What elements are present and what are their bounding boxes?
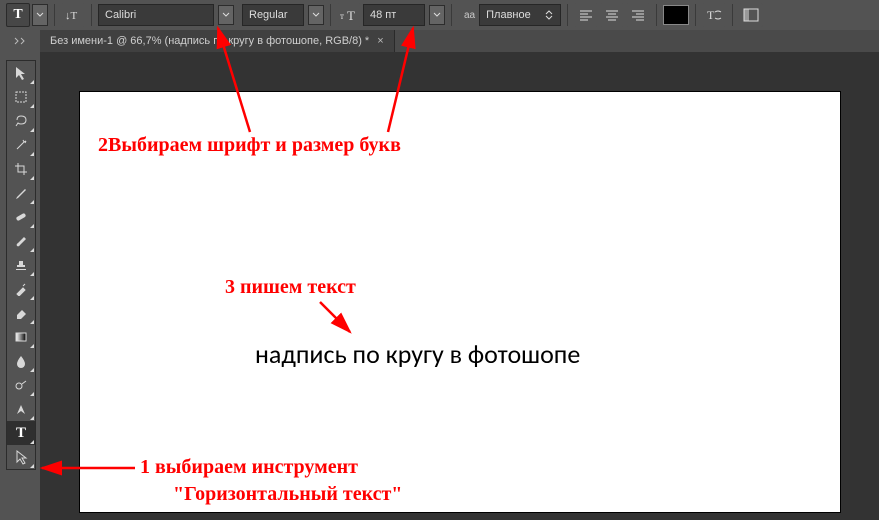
- type-tool[interactable]: T: [7, 421, 35, 445]
- separator: [91, 4, 92, 26]
- move-tool[interactable]: [7, 61, 35, 85]
- align-center-icon: [605, 9, 619, 21]
- separator: [567, 4, 568, 26]
- align-right-button[interactable]: [626, 3, 650, 27]
- dodge-icon: [14, 378, 28, 392]
- tool-preset-button[interactable]: T: [6, 3, 30, 27]
- align-center-button[interactable]: [600, 3, 624, 27]
- drop-icon: [14, 354, 28, 368]
- text-tool-options-bar: T ↓T Calibri Regular т: [0, 0, 879, 31]
- align-right-icon: [631, 9, 645, 21]
- warp-text-icon: T: [705, 8, 723, 22]
- svg-text:T: T: [707, 8, 715, 22]
- brush-tool[interactable]: [7, 229, 35, 253]
- antialias-label: aа: [464, 10, 475, 21]
- history-brush-icon: [14, 282, 28, 296]
- spinner-icon: [545, 10, 553, 20]
- font-family-combo[interactable]: Calibri: [98, 4, 214, 26]
- antialias-combo[interactable]: Плавное: [479, 4, 561, 26]
- eyedropper-icon: [14, 186, 28, 200]
- document-tab-bar: Без имени-1 @ 66,7% (надпись по кругу в …: [40, 30, 879, 53]
- chevron-down-icon: [433, 12, 441, 18]
- brush-icon: [14, 234, 28, 248]
- font-style-value: Regular: [249, 9, 288, 21]
- panel-icon: [743, 8, 759, 22]
- type-tool-icon: T: [16, 425, 26, 442]
- font-size-combo[interactable]: 48 пт: [363, 4, 425, 26]
- font-size-icon-button[interactable]: т T: [337, 3, 361, 27]
- chevron-down-icon: [36, 12, 44, 18]
- font-size-icon: т T: [340, 8, 358, 22]
- workspace-area: [40, 52, 879, 520]
- gradient-tool[interactable]: [7, 325, 35, 349]
- history-brush-tool[interactable]: [7, 277, 35, 301]
- svg-text:T: T: [347, 8, 355, 22]
- marquee-icon: [14, 90, 28, 104]
- collapse-icon: [12, 36, 28, 46]
- character-panel-button[interactable]: [739, 3, 763, 27]
- type-tool-icon: T: [13, 7, 22, 23]
- eyedropper-tool[interactable]: [7, 181, 35, 205]
- left-strip: T: [0, 30, 41, 520]
- separator: [695, 4, 696, 26]
- eraser-icon: [14, 306, 28, 320]
- font-family-dropdown[interactable]: [218, 5, 234, 25]
- wand-icon: [14, 138, 28, 152]
- font-size-dropdown[interactable]: [429, 5, 445, 25]
- chevron-down-icon: [222, 12, 230, 18]
- document-tab-title: Без имени-1 @ 66,7% (надпись по кругу в …: [50, 35, 369, 47]
- eraser-tool[interactable]: [7, 301, 35, 325]
- arrow-cursor-icon: [14, 449, 28, 465]
- font-size-value: 48 пт: [370, 9, 396, 21]
- antialias-value: Плавное: [486, 9, 531, 21]
- lasso-icon: [14, 114, 28, 128]
- document-canvas[interactable]: [80, 92, 840, 512]
- text-color-swatch[interactable]: [663, 5, 689, 25]
- text-orientation-toggle[interactable]: ↓T: [61, 3, 85, 27]
- align-left-button[interactable]: [574, 3, 598, 27]
- magic-wand-tool[interactable]: [7, 133, 35, 157]
- warp-text-button[interactable]: T: [702, 3, 726, 27]
- pen-tool[interactable]: [7, 397, 35, 421]
- svg-text:т: т: [340, 11, 344, 21]
- collapse-arrows[interactable]: [12, 36, 28, 49]
- font-family-value: Calibri: [105, 9, 136, 21]
- separator: [732, 4, 733, 26]
- crop-icon: [14, 162, 28, 176]
- healing-brush-tool[interactable]: [7, 205, 35, 229]
- font-style-combo[interactable]: Regular: [242, 4, 304, 26]
- chevron-down-icon: [312, 12, 320, 18]
- bandaid-icon: [14, 210, 28, 224]
- pen-icon: [14, 402, 28, 416]
- marquee-tool[interactable]: [7, 85, 35, 109]
- blur-tool[interactable]: [7, 349, 35, 373]
- orientation-icon: ↓T: [65, 8, 81, 22]
- separator: [54, 4, 55, 26]
- gradient-icon: [14, 330, 28, 344]
- move-icon: [14, 65, 28, 81]
- separator: [656, 4, 657, 26]
- stamp-tool[interactable]: [7, 253, 35, 277]
- tool-preset-dropdown[interactable]: [32, 4, 48, 26]
- stamp-icon: [14, 258, 28, 272]
- separator: [330, 4, 331, 26]
- tools-panel: T: [6, 60, 36, 470]
- tab-close-icon[interactable]: ×: [377, 35, 383, 47]
- path-selection-tool[interactable]: [7, 445, 35, 469]
- font-style-dropdown[interactable]: [308, 5, 324, 25]
- align-left-icon: [579, 9, 593, 21]
- svg-text:↓T: ↓T: [65, 10, 78, 22]
- document-tab[interactable]: Без имени-1 @ 66,7% (надпись по кругу в …: [40, 30, 395, 52]
- lasso-tool[interactable]: [7, 109, 35, 133]
- crop-tool[interactable]: [7, 157, 35, 181]
- dodge-tool[interactable]: [7, 373, 35, 397]
- separator: [451, 4, 452, 26]
